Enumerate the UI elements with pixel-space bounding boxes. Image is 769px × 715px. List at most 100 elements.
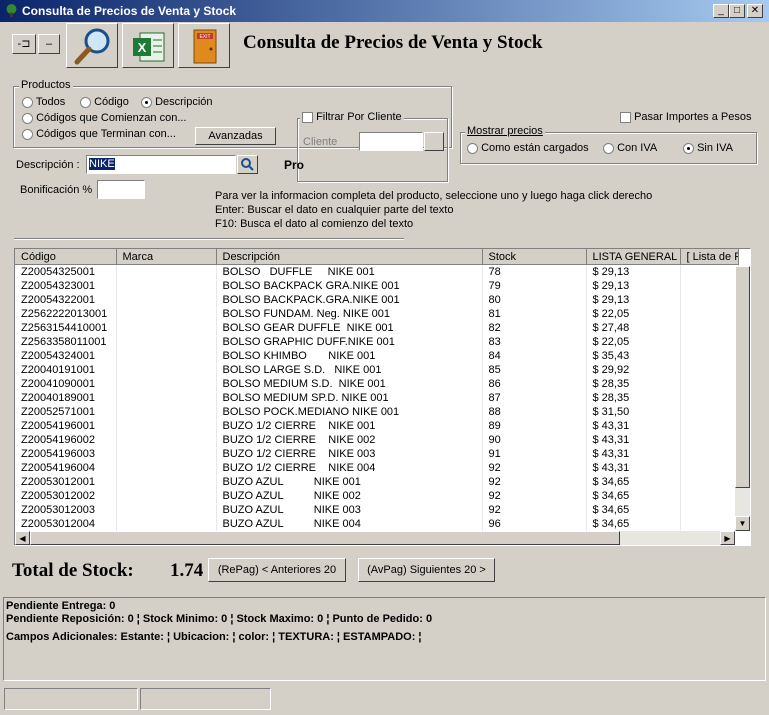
descripcion-value: NIKE — [89, 158, 115, 170]
scroll-down-arrow[interactable]: ▼ — [735, 516, 750, 531]
table-row[interactable]: Z20053012004 BUZO AZUL NIKE 004 96 $ 34,65 — [15, 517, 739, 531]
table-cell: Z20054324001 — [15, 349, 117, 363]
table-row[interactable]: Z20054196003 BUZO 1/2 CIERRE NIKE 003 91 $ … — [15, 447, 739, 461]
table-row[interactable]: Z20040189001 BOLSO MEDIUM SP.D. NIKE 001 8… — [15, 391, 739, 405]
cliente-input[interactable] — [359, 132, 423, 151]
table-cell: $ 28,35 — [586, 377, 681, 391]
table-cell: Z20054322001 — [15, 293, 117, 307]
table-cell — [680, 363, 739, 377]
radio-descripcion[interactable]: Descripción — [141, 96, 213, 108]
table-cell: Z20041090001 — [15, 377, 117, 391]
table-cell — [680, 433, 739, 447]
products-grid[interactable]: Código Marca Descripción Stock LISTA GENERAL… — [14, 248, 751, 546]
next-page-button[interactable]: (AvPag) Siguientes 20 > — [358, 558, 495, 582]
table-row[interactable]: Z2562222013001 BOLSO FUNDAM. Neg. NIKE 00… — [15, 307, 739, 321]
table-cell — [116, 349, 217, 363]
search-button[interactable] — [66, 23, 118, 68]
minimize-button[interactable]: _ — [713, 4, 729, 18]
radio-todos[interactable]: Todos — [22, 96, 65, 108]
table-cell: BUZO AZUL NIKE 002 — [216, 489, 483, 503]
table-row[interactable]: Z20053012002 BUZO AZUL NIKE 002 92 $ 34,65 — [15, 489, 739, 503]
radio-terminan[interactable]: Códigos que Terminan con... — [22, 128, 176, 140]
table-cell: 92 — [482, 475, 587, 489]
table-row[interactable]: Z20040191001 BOLSO LARGE S.D. NIKE 001 85 $… — [15, 363, 739, 377]
table-cell — [116, 475, 217, 489]
pasar-importes-checkbox[interactable]: Pasar Importes a Pesos — [620, 111, 751, 123]
table-row[interactable]: Z20053012001 BUZO AZUL NIKE 001 92 $ 34,65 — [15, 475, 739, 489]
table-row[interactable]: Z2563154410001 BOLSO GEAR DUFFLE NIKE 001… — [15, 321, 739, 335]
table-cell — [116, 503, 217, 517]
table-row[interactable]: Z20041090001 BOLSO MEDIUM S.D. NIKE 001 86… — [15, 377, 739, 391]
radio-codigo[interactable]: Código — [80, 96, 129, 108]
column-header[interactable]: Stock — [482, 249, 587, 265]
table-cell: 92 — [482, 503, 587, 517]
column-header[interactable]: [ Lista de F — [680, 249, 739, 265]
bonificacion-input[interactable] — [97, 180, 145, 199]
app-tree-icon — [5, 4, 18, 17]
table-row[interactable]: Z2563358011001 BOLSO GRAPHIC DUFF.NIKE 00… — [15, 335, 739, 349]
horizontal-thumb[interactable] — [30, 531, 620, 545]
table-cell — [680, 307, 739, 321]
maximize-button[interactable]: □ — [729, 4, 745, 18]
table-cell — [116, 377, 217, 391]
table-cell — [116, 321, 217, 335]
table-cell: 79 — [482, 279, 587, 293]
table-row[interactable]: Z20054322001 BOLSO BACKPACK.GRA.NIKE 001 8… — [15, 293, 739, 307]
campos-adicionales: Campos Adicionales: Estante: ¦ Ubicacion… — [6, 631, 422, 643]
table-cell: BOLSO BACKPACK.GRA.NIKE 001 — [216, 293, 483, 307]
table-cell: 92 — [482, 489, 587, 503]
table-row[interactable]: Z20054196002 BUZO 1/2 CIERRE NIKE 002 90 $ … — [15, 433, 739, 447]
help-line-3: F10: Busca el dato al comienzo del texto — [215, 218, 414, 230]
pendiente-entrega: Pendiente Entrega: 0 — [6, 600, 116, 612]
vertical-scrollbar[interactable]: ▼ — [735, 266, 750, 531]
table-cell: Z20052571001 — [15, 405, 117, 419]
table-cell — [116, 307, 217, 321]
table-row[interactable]: Z20052571001 BOLSO POCK.MEDIANO NIKE 001 8… — [15, 405, 739, 419]
table-cell — [680, 349, 739, 363]
table-cell: 83 — [482, 335, 587, 349]
collapse-button[interactable]: – — [38, 34, 60, 54]
table-cell: BOLSO BACKPACK GRA.NIKE 001 — [216, 279, 483, 293]
descripcion-label: Descripción : — [16, 159, 80, 171]
table-cell: 89 — [482, 419, 587, 433]
table-cell: 88 — [482, 405, 587, 419]
scrollbar-thumb[interactable] — [735, 266, 750, 488]
radio-con-iva[interactable]: Con IVA — [603, 142, 657, 154]
filtro-cliente-checkbox[interactable]: Filtrar Por Cliente — [300, 111, 404, 123]
table-row[interactable]: Z20054325001 BOLSO DUFFLE NIKE 001 78 $ 29,… — [15, 264, 739, 279]
table-cell: $ 29,92 — [586, 363, 681, 377]
scroll-right-arrow[interactable]: ▶ — [720, 531, 735, 545]
prev-page-button[interactable]: (RePag) < Anteriores 20 — [208, 558, 346, 582]
scroll-left-arrow[interactable]: ◀ — [15, 531, 30, 545]
column-header[interactable]: Código — [15, 249, 117, 265]
pin-button[interactable]: -⊐ — [12, 34, 36, 54]
column-header[interactable]: LISTA GENERAL — [586, 249, 681, 265]
horizontal-scrollbar[interactable]: ◀ ▶ — [15, 531, 735, 545]
table-cell: Z20053012002 — [15, 489, 117, 503]
radio-comienzan[interactable]: Códigos que Comienzan con... — [22, 112, 187, 124]
avanzadas-button[interactable]: Avanzadas — [195, 127, 276, 145]
column-header[interactable]: Marca — [116, 249, 217, 265]
table-cell: 90 — [482, 433, 587, 447]
table-cell: 81 — [482, 307, 587, 321]
table-cell — [680, 517, 739, 531]
descripcion-input[interactable]: NIKE — [86, 155, 236, 174]
descripcion-search-button[interactable] — [237, 155, 258, 174]
cliente-lookup-button[interactable] — [424, 132, 444, 151]
table-cell: BUZO 1/2 CIERRE NIKE 004 — [216, 461, 483, 475]
status-panel-2 — [140, 688, 271, 710]
table-row[interactable]: Z20054196004 BUZO 1/2 CIERRE NIKE 004 92 $ … — [15, 461, 739, 475]
column-header[interactable]: Descripción — [216, 249, 483, 265]
exit-button[interactable]: EXIT — [178, 23, 230, 68]
table-cell: 78 — [482, 264, 587, 279]
radio-sin-iva[interactable]: Sin IVA — [683, 142, 733, 154]
table-row[interactable]: Z20053012003 BUZO AZUL NIKE 003 92 $ 34,65 — [15, 503, 739, 517]
table-row[interactable]: Z20054323001 BOLSO BACKPACK GRA.NIKE 001 7… — [15, 279, 739, 293]
radio-como-cargados[interactable]: Como están cargados — [467, 142, 589, 154]
table-row[interactable]: Z20054324001 BOLSO KHIMBO NIKE 001 84 $ 35,… — [15, 349, 739, 363]
export-excel-button[interactable]: X — [122, 23, 174, 68]
table-cell: 85 — [482, 363, 587, 377]
close-button[interactable]: ✕ — [747, 4, 763, 18]
table-cell: 87 — [482, 391, 587, 405]
table-row[interactable]: Z20054196001 BUZO 1/2 CIERRE NIKE 001 89 $ … — [15, 419, 739, 433]
